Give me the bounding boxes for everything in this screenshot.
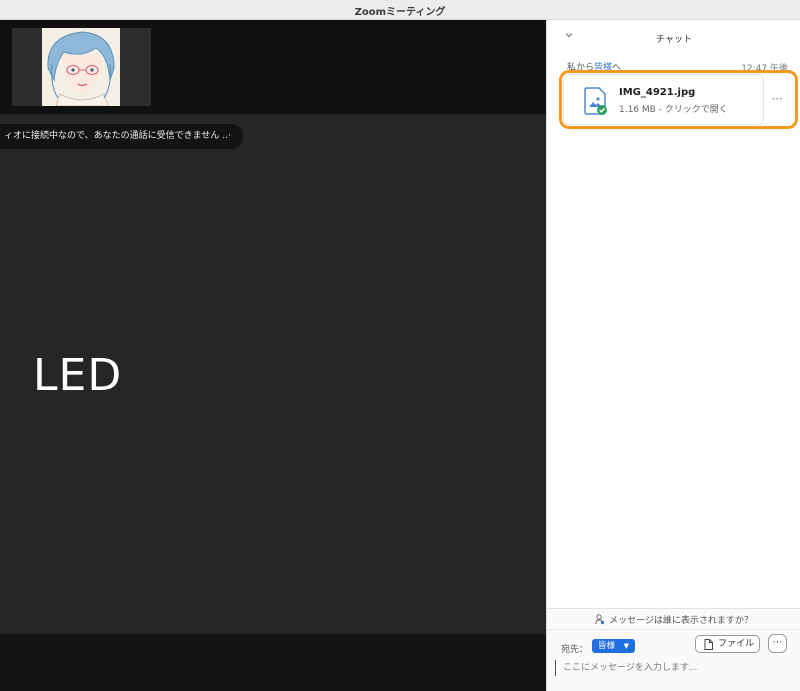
to-label: 宛先： bbox=[561, 645, 589, 655]
video-area: ィオに接続中なので、あなたの通話に受信できません ..· LED bbox=[0, 20, 546, 691]
title-bar: Zoomミーティング bbox=[0, 0, 800, 20]
file-button-label: ファイル bbox=[718, 639, 755, 649]
window-title: Zoomミーティング bbox=[354, 7, 446, 18]
more-button[interactable]: ⋯ bbox=[768, 634, 787, 653]
meeting-controls-bar bbox=[0, 634, 546, 691]
recipient-select[interactable]: 皆様 ▼ bbox=[592, 639, 636, 653]
file-button[interactable]: ファイル bbox=[695, 635, 760, 653]
caret-down-icon: ▼ bbox=[623, 642, 630, 650]
message-input[interactable] bbox=[555, 660, 795, 676]
visibility-prompt[interactable]: メッセージは誰に表示されますか？ bbox=[547, 613, 800, 628]
visibility-prompt-text: メッセージは誰に表示されますか？ bbox=[609, 616, 753, 626]
participant-thumbnail[interactable] bbox=[12, 28, 151, 106]
speaker-name: LED bbox=[33, 350, 123, 401]
recipient-select-value: 皆様 bbox=[598, 641, 616, 651]
chat-panel: チャット 私から皆様へ 12:47 午後 IMG_4921.jpg 1.16 M… bbox=[546, 20, 800, 691]
zoom-window: Zoomミーティング ィオに接続中なので、あなたの通話に受信できません ..· … bbox=[0, 0, 800, 691]
chat-header: チャット bbox=[547, 20, 800, 56]
person-eye-icon bbox=[595, 613, 605, 628]
ellipsis-icon: ⋯ bbox=[772, 637, 783, 648]
highlight-outline bbox=[559, 70, 798, 129]
avatar bbox=[42, 28, 120, 106]
chat-title: チャット bbox=[656, 35, 692, 45]
thumbnail-strip bbox=[0, 20, 546, 114]
footer-divider bbox=[547, 629, 800, 630]
connection-notice: ィオに接続中なので、あなたの通話に受信できません ..· bbox=[0, 124, 243, 149]
document-icon bbox=[704, 639, 713, 656]
chat-footer: メッセージは誰に表示されますか？ 宛先： 皆様 ▼ ファイル ⋯ bbox=[547, 608, 800, 691]
more-options-icon[interactable]: ⋯ bbox=[769, 92, 785, 106]
